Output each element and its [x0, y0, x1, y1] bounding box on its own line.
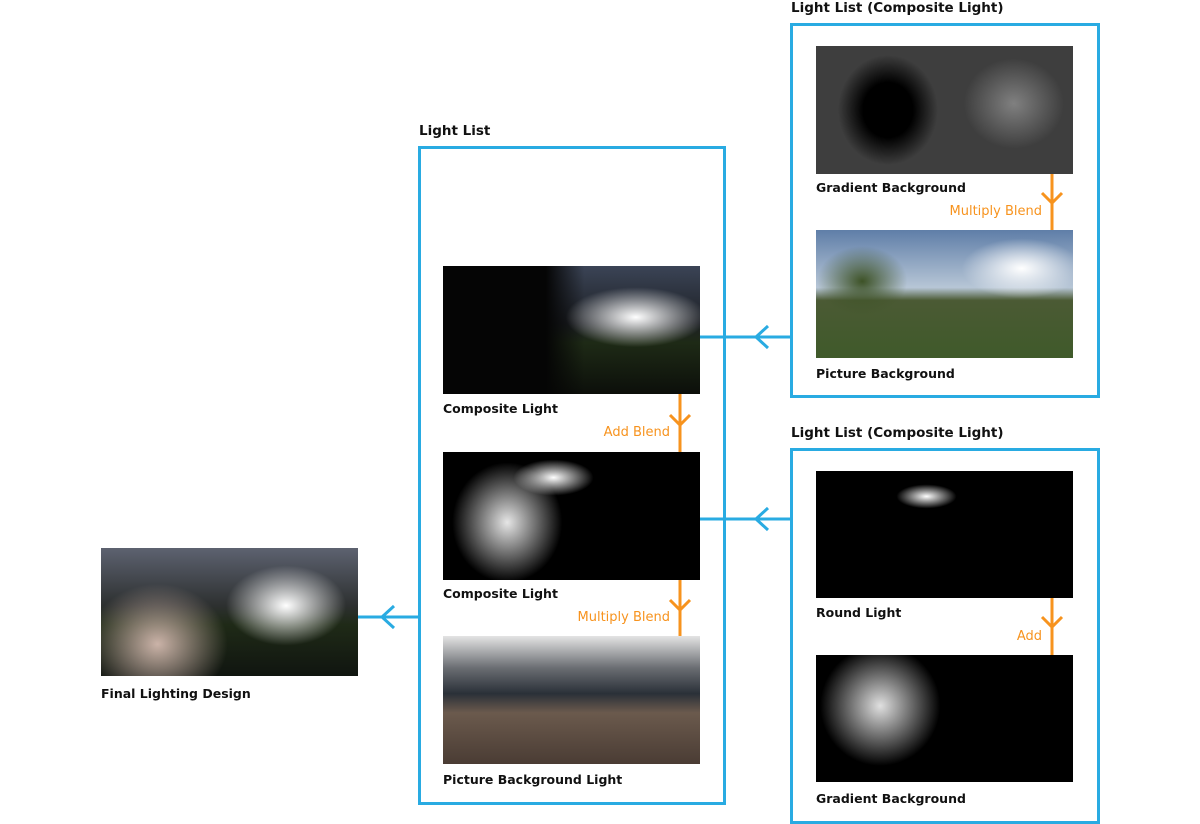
composite-light-image-1 — [443, 266, 700, 394]
item-caption: Gradient Background — [816, 791, 966, 806]
item-caption: Composite Light — [443, 586, 558, 601]
round-light-image — [816, 471, 1073, 598]
blend-label: Add — [1016, 629, 1042, 644]
bottom-list-title: Light List (Composite Light) — [791, 425, 1004, 441]
main-list-title: Light List — [419, 123, 491, 139]
picture-background-image — [816, 230, 1073, 358]
item-caption: Round Light — [816, 605, 902, 620]
picture-background-light-image — [443, 636, 700, 764]
gradient-background-image — [816, 46, 1073, 174]
item-caption: Picture Background Light — [443, 772, 623, 787]
lighting-diagram: Final Lighting Design Light List Composi… — [0, 0, 1200, 824]
final-lighting-image — [101, 548, 358, 676]
composite-light-image-2 — [443, 452, 700, 580]
gradient-background-image — [816, 655, 1073, 782]
top-list-title: Light List (Composite Light) — [791, 0, 1004, 16]
blend-label: Multiply Blend — [949, 204, 1043, 219]
item-caption: Picture Background — [816, 366, 955, 381]
blend-label: Add Blend — [603, 425, 670, 440]
blend-label: Multiply Blend — [577, 610, 671, 625]
final-caption: Final Lighting Design — [101, 686, 251, 701]
item-caption: Gradient Background — [816, 180, 966, 195]
item-caption: Composite Light — [443, 401, 558, 416]
